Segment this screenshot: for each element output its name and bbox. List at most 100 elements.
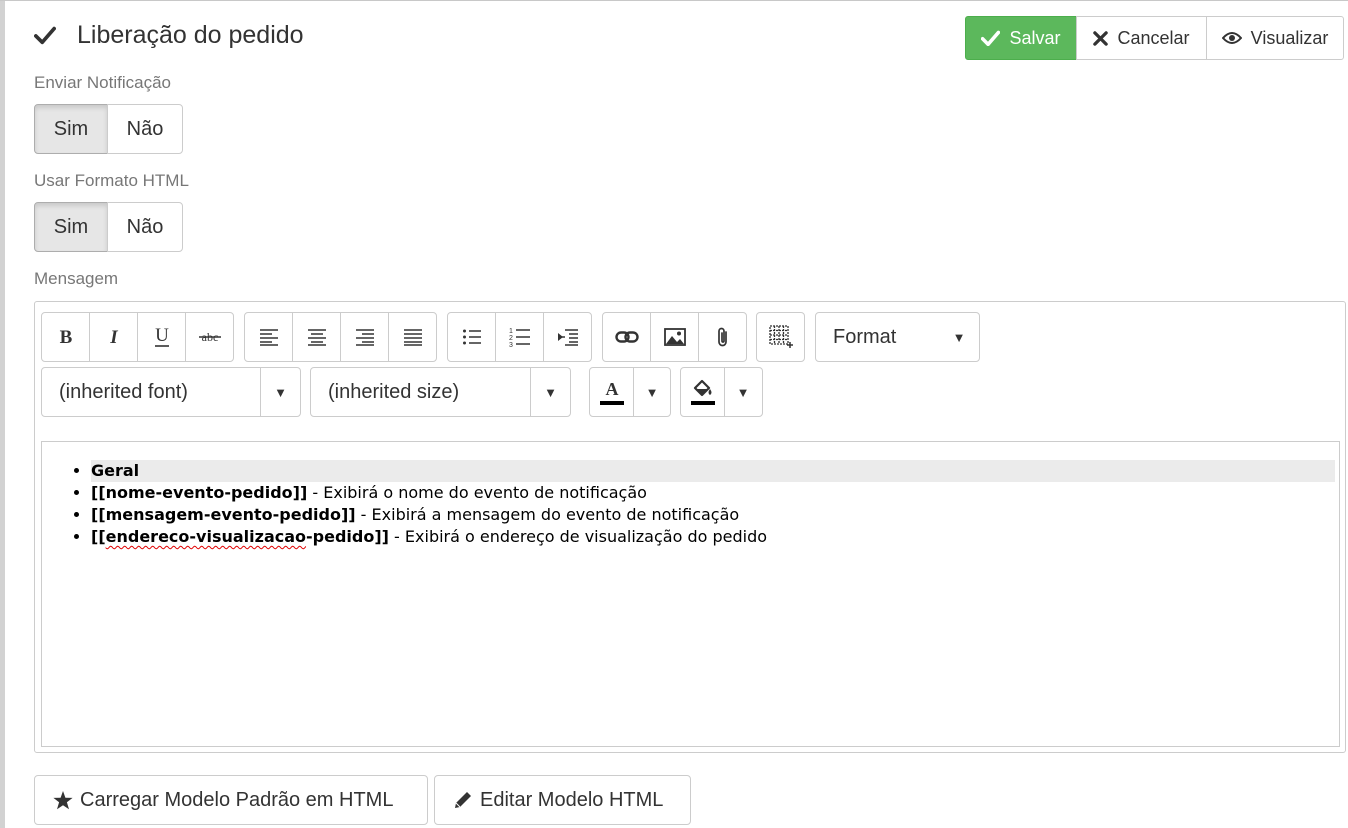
send-notification-no[interactable]: Não <box>107 104 183 154</box>
list-item: [[mensagem-evento-pedido]] - Exibirá a m… <box>91 504 1339 526</box>
chevron-down-icon[interactable]: ▼ <box>634 368 670 416</box>
section-heading: Geral <box>91 461 140 480</box>
align-left-button[interactable] <box>244 312 293 362</box>
highlight-color-bar <box>690 401 715 405</box>
table-group <box>756 312 805 362</box>
placeholder-description: - Exibirá a mensagem do evento de notifi… <box>355 505 740 524</box>
text-color-swatch[interactable]: A <box>590 368 634 416</box>
svg-text:I: I <box>109 327 118 347</box>
font-size-dropdown[interactable]: (inherited size) ▼ <box>310 367 571 417</box>
svg-text:2: 2 <box>509 335 513 342</box>
text-color-icon: A <box>605 379 618 399</box>
left-border <box>0 0 5 828</box>
rich-text-editor: B I U abc 123 Format ▼ (inherited font) … <box>34 301 1346 753</box>
edit-html-template-label: Editar Modelo HTML <box>480 788 664 811</box>
html-format-label: Usar Formato HTML <box>34 171 189 190</box>
paint-bucket-icon <box>693 379 711 397</box>
align-center-button[interactable] <box>292 312 341 362</box>
edit-html-template-button[interactable]: Editar Modelo HTML <box>434 775 691 825</box>
top-border <box>0 0 1348 1</box>
check-icon <box>981 30 1001 46</box>
insert-group <box>602 312 747 362</box>
send-notification-toggle: Sim Não <box>34 104 183 154</box>
align-center-icon <box>307 329 326 346</box>
tag-prefix: [[ <box>91 527 106 546</box>
attach-file-button[interactable] <box>698 312 747 362</box>
send-notification-yes[interactable]: Sim <box>34 104 108 154</box>
numbered-list-icon: 123 <box>509 328 530 348</box>
pencil-icon <box>455 792 471 808</box>
action-buttons: Salvar Cancelar Visualizar <box>965 16 1344 60</box>
bullet-list-button[interactable] <box>447 312 496 362</box>
eye-icon <box>1221 32 1242 44</box>
italic-button[interactable]: I <box>89 312 138 362</box>
paperclip-icon <box>717 327 727 347</box>
svg-text:B: B <box>59 327 72 347</box>
align-left-icon <box>259 329 278 346</box>
placeholder-tag: [[nome-evento-pedido]] <box>91 483 308 502</box>
font-size-value: (inherited size) <box>328 380 460 403</box>
indent-button[interactable] <box>543 312 592 362</box>
placeholder-description: - Exibirá o nome do evento de notificaçã… <box>307 483 647 502</box>
underline-icon: U <box>154 326 169 347</box>
svg-text:1: 1 <box>509 328 513 335</box>
chevron-down-icon[interactable]: ▼ <box>725 368 761 416</box>
close-icon <box>1093 30 1109 46</box>
image-icon <box>663 328 686 346</box>
placeholder-tag: [[mensagem-evento-pedido]] <box>91 505 356 524</box>
chevron-down-icon: ▼ <box>952 329 966 345</box>
alignment-group <box>244 312 437 362</box>
insert-link-button[interactable] <box>602 312 651 362</box>
indent-icon <box>557 329 578 346</box>
list-item: [[endereco-visualizacao-pedido]] - Exibi… <box>91 526 1339 548</box>
preview-button[interactable]: Visualizar <box>1206 16 1344 60</box>
html-format-toggle: Sim Não <box>34 202 183 252</box>
editor-content-area[interactable]: Geral [[nome-evento-pedido]] - Exibirá o… <box>41 441 1340 747</box>
chevron-down-icon: ▼ <box>260 368 300 416</box>
html-format-yes[interactable]: Sim <box>34 202 108 252</box>
text-style-group: B I U abc <box>41 312 234 362</box>
font-family-dropdown[interactable]: (inherited font) ▼ <box>41 367 301 417</box>
star-icon <box>53 790 73 809</box>
format-dropdown[interactable]: Format ▼ <box>815 312 980 362</box>
message-label: Mensagem <box>34 269 119 288</box>
table-icon <box>768 325 793 348</box>
text-color-bar <box>599 401 624 405</box>
format-value: Format <box>833 325 897 348</box>
strikethrough-button[interactable]: abc <box>185 312 234 362</box>
save-button[interactable]: Salvar <box>965 16 1077 60</box>
svg-text:3: 3 <box>509 342 513 348</box>
cancel-button[interactable]: Cancelar <box>1076 16 1207 60</box>
placeholder-list: Geral [[nome-evento-pedido]] - Exibirá o… <box>42 460 1339 548</box>
italic-icon: I <box>109 327 118 347</box>
cancel-label: Cancelar <box>1117 27 1190 48</box>
bold-button[interactable]: B <box>41 312 90 362</box>
misspelled-word: endereco-visualizacao <box>105 527 307 546</box>
check-icon <box>34 26 56 45</box>
html-format-no[interactable]: Não <box>107 202 183 252</box>
highlight-color-button[interactable]: ▼ <box>680 367 763 417</box>
insert-image-button[interactable] <box>650 312 699 362</box>
save-label: Salvar <box>1009 27 1061 48</box>
list-item: [[nome-evento-pedido]] - Exibirá o nome … <box>91 482 1339 504</box>
insert-table-button[interactable] <box>756 312 805 362</box>
text-color-button[interactable]: A ▼ <box>589 367 671 417</box>
underline-button[interactable]: U <box>137 312 186 362</box>
highlight-color-swatch[interactable] <box>681 368 725 416</box>
align-right-button[interactable] <box>340 312 389 362</box>
bullet-list-icon <box>462 329 481 345</box>
load-default-template-label: Carregar Modelo Padrão em HTML <box>80 788 394 811</box>
svg-text:U: U <box>155 326 169 346</box>
load-default-template-button[interactable]: Carregar Modelo Padrão em HTML <box>34 775 428 825</box>
numbered-list-button[interactable]: 123 <box>495 312 544 362</box>
bold-icon: B <box>59 327 72 347</box>
chevron-down-icon: ▼ <box>530 368 570 416</box>
link-icon <box>614 331 639 343</box>
font-family-value: (inherited font) <box>59 380 188 403</box>
svg-text:A: A <box>605 379 618 399</box>
align-right-icon <box>355 329 374 346</box>
justify-button[interactable] <box>388 312 437 362</box>
send-notification-label: Enviar Notificação <box>34 73 172 92</box>
placeholder-description: - Exibirá o endereço de visualização do … <box>388 527 768 546</box>
page-header: Liberação do pedido <box>34 18 304 52</box>
